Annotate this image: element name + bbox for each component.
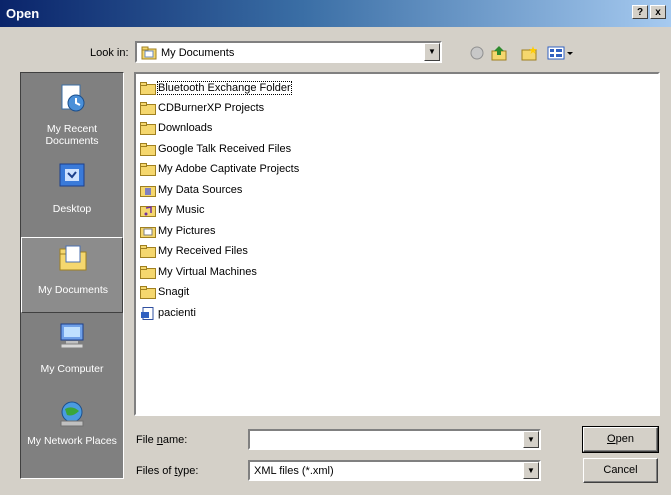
view-menu-icon[interactable] (546, 45, 576, 63)
place-label: My Computer (40, 363, 104, 375)
window-title: Open (6, 6, 40, 21)
list-item[interactable]: CDBurnerXP Projects (140, 99, 264, 118)
chevron-down-icon[interactable]: ▼ (424, 43, 440, 61)
place-label: My Recent Documents (45, 123, 99, 147)
file-type-label: Files of type: (136, 465, 199, 477)
help-button[interactable]: ? (632, 5, 648, 19)
recent-documents-icon (57, 83, 87, 112)
file-name-input[interactable]: ▼ (248, 429, 541, 450)
list-item[interactable]: Bluetooth Exchange Folder (140, 79, 292, 98)
list-item[interactable]: My Received Files (140, 242, 248, 261)
back-icon[interactable] (466, 45, 488, 63)
list-item[interactable]: Downloads (140, 119, 212, 138)
look-in-label: Look in: (90, 47, 129, 59)
folder-icon (140, 142, 156, 156)
folder-icon (140, 162, 156, 176)
list-item[interactable]: Snagit (140, 283, 189, 302)
folder-icon (140, 81, 156, 95)
folder-icon (140, 101, 156, 115)
folder-icon (140, 244, 156, 258)
desktop-icon (57, 161, 87, 189)
place-recent-documents[interactable]: My Recent Documents (21, 79, 123, 155)
pictures-folder-icon (140, 225, 156, 238)
file-name-label: File name: (136, 434, 188, 446)
place-label: My Network Places (27, 435, 117, 447)
list-item[interactable]: My Data Sources (140, 181, 242, 200)
title-bar[interactable]: Open ? x (0, 0, 671, 27)
list-item[interactable]: pacienti (140, 304, 196, 323)
xml-file-icon (140, 306, 156, 320)
open-dialog: Open ? x Look in: My Documents ▼ My Rece… (0, 0, 671, 495)
place-label: Desktop (52, 203, 92, 215)
folder-icon (140, 121, 156, 135)
place-my-computer[interactable]: My Computer (21, 317, 123, 393)
list-item[interactable]: My Virtual Machines (140, 263, 257, 282)
my-documents-small-icon (141, 46, 157, 63)
folder-icon (140, 285, 156, 299)
open-button[interactable]: Open (582, 426, 659, 453)
place-desktop[interactable]: Desktop (21, 157, 123, 233)
file-type-dropdown[interactable]: XML files (*.xml) ▼ (248, 460, 541, 481)
my-computer-icon (57, 321, 87, 349)
look-in-dropdown[interactable]: My Documents ▼ (135, 41, 442, 63)
music-folder-icon (140, 204, 156, 217)
chevron-down-icon[interactable]: ▼ (523, 462, 539, 479)
up-folder-icon[interactable] (488, 45, 510, 63)
folder-icon (140, 265, 156, 279)
place-my-documents[interactable]: My Documents (21, 237, 123, 313)
network-places-icon (57, 399, 87, 427)
place-network-places[interactable]: My Network Places (21, 395, 123, 471)
file-list[interactable]: Bluetooth Exchange Folder CDBurnerXP Pro… (134, 72, 660, 416)
list-item[interactable]: My Music (140, 201, 204, 220)
list-item[interactable]: Google Talk Received Files (140, 140, 291, 159)
chevron-down-icon[interactable]: ▼ (523, 431, 539, 448)
new-folder-icon[interactable] (518, 45, 540, 63)
my-documents-icon (58, 244, 88, 272)
list-item[interactable]: My Adobe Captivate Projects (140, 160, 299, 179)
data-sources-folder-icon (140, 184, 156, 197)
look-in-value: My Documents (161, 47, 235, 59)
close-button[interactable]: x (650, 5, 666, 19)
list-item[interactable]: My Pictures (140, 222, 215, 241)
places-bar: My Recent Documents Desktop My Documents… (20, 72, 124, 479)
place-label: My Documents (37, 284, 109, 296)
cancel-button[interactable]: Cancel (583, 458, 658, 483)
